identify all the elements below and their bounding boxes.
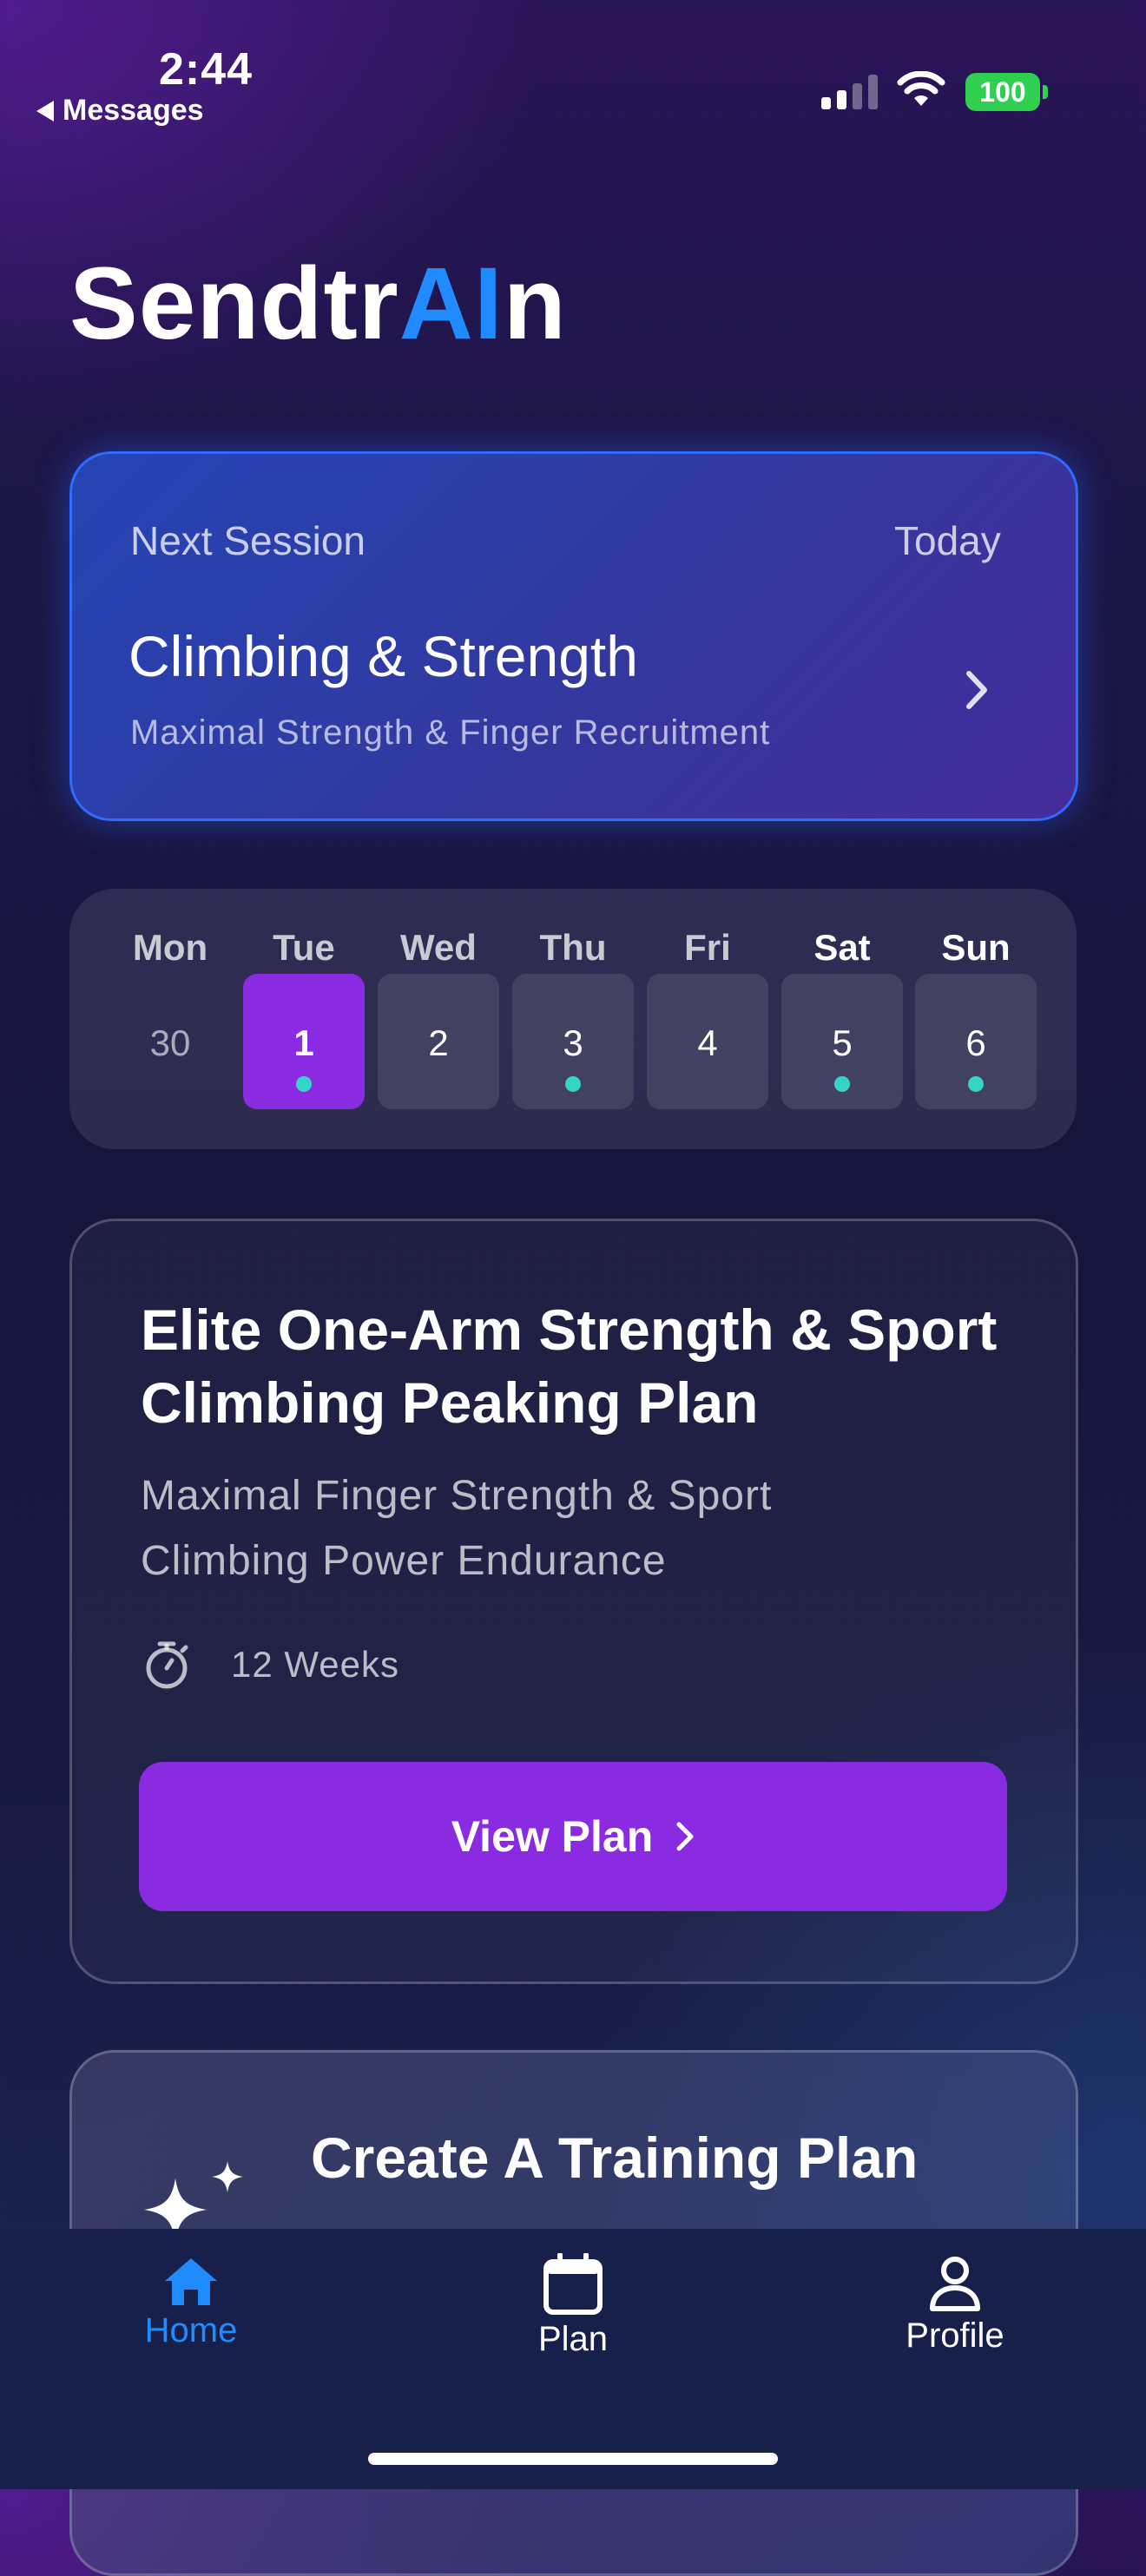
chevron-right-icon[interactable] [964,668,990,712]
view-plan-label: View Plan [451,1812,654,1861]
next-session-label: Next Session [130,518,366,563]
back-to-messages[interactable]: Messages [36,94,204,128]
calendar-icon [543,2252,603,2315]
create-plan-title: Create A Training Plan [311,2126,919,2190]
day-number-tue: 1 [293,1022,314,1063]
next-session-subtitle: Maximal Strength & Finger Recruitment [130,713,771,752]
next-session-day: Today [894,518,1001,563]
chevron-right-icon [676,1822,694,1851]
session-dot-thu [565,1076,581,1092]
day-number-sun: 6 [965,1022,986,1063]
day-name-wed: Wed [400,927,477,968]
day-number-thu: 3 [563,1022,583,1063]
day-number-fri: 4 [697,1022,718,1063]
back-label: Messages [63,94,204,127]
home-indicator[interactable] [368,2453,778,2465]
battery-tip [1043,85,1048,99]
day-name-fri: Fri [684,927,731,968]
view-plan-button[interactable]: View Plan [139,1762,1007,1911]
session-dot-sat [834,1076,850,1092]
tab-home-label: Home [144,2311,238,2349]
stopwatch-icon [146,1641,188,1689]
sparkles-icon [144,2161,243,2239]
battery-level: 100 [979,76,1026,108]
next-session-title: Climbing & Strength [128,624,638,688]
home-icon [165,2258,217,2305]
plan-title: Elite One-Arm Strength & Sport Climbing … [141,1298,998,1435]
tab-home[interactable]: Home [87,2255,295,2350]
session-dot-tue [296,1076,312,1092]
back-arrow-icon [36,100,54,122]
logo-prefix: Sendtr [69,246,399,361]
person-icon [930,2257,980,2311]
tab-profile[interactable]: Profile [851,2255,1059,2356]
status-time: 2:44 [159,44,254,95]
plan-subtitle: Maximal Finger Strength & Sport Climbing… [141,1473,773,1584]
day-name-tue: Tue [273,927,335,968]
logo-highlight: AI [398,246,504,361]
day-name-sat: Sat [813,927,871,968]
app-logo: SendtrAIn [69,245,567,363]
day-name-thu: Thu [539,927,607,968]
tab-plan-label: Plan [537,2320,609,2358]
session-dot-sun [968,1076,984,1092]
day-number-wed: 2 [428,1022,449,1063]
tab-profile-label: Profile [906,2316,1004,2355]
day-name-mon: Mon [132,927,208,968]
day-number-sat: 5 [832,1022,853,1063]
day-name-sun: Sun [941,927,1011,968]
plan-duration: 12 Weeks [231,1644,399,1685]
day-number-mon: 30 [149,1022,191,1063]
battery-indicator: 100 [965,73,1040,111]
tab-plan[interactable]: Plan [469,2252,677,2359]
logo-suffix: n [503,246,567,361]
cellular-signal-icon [821,75,878,109]
wifi-icon [897,71,945,106]
